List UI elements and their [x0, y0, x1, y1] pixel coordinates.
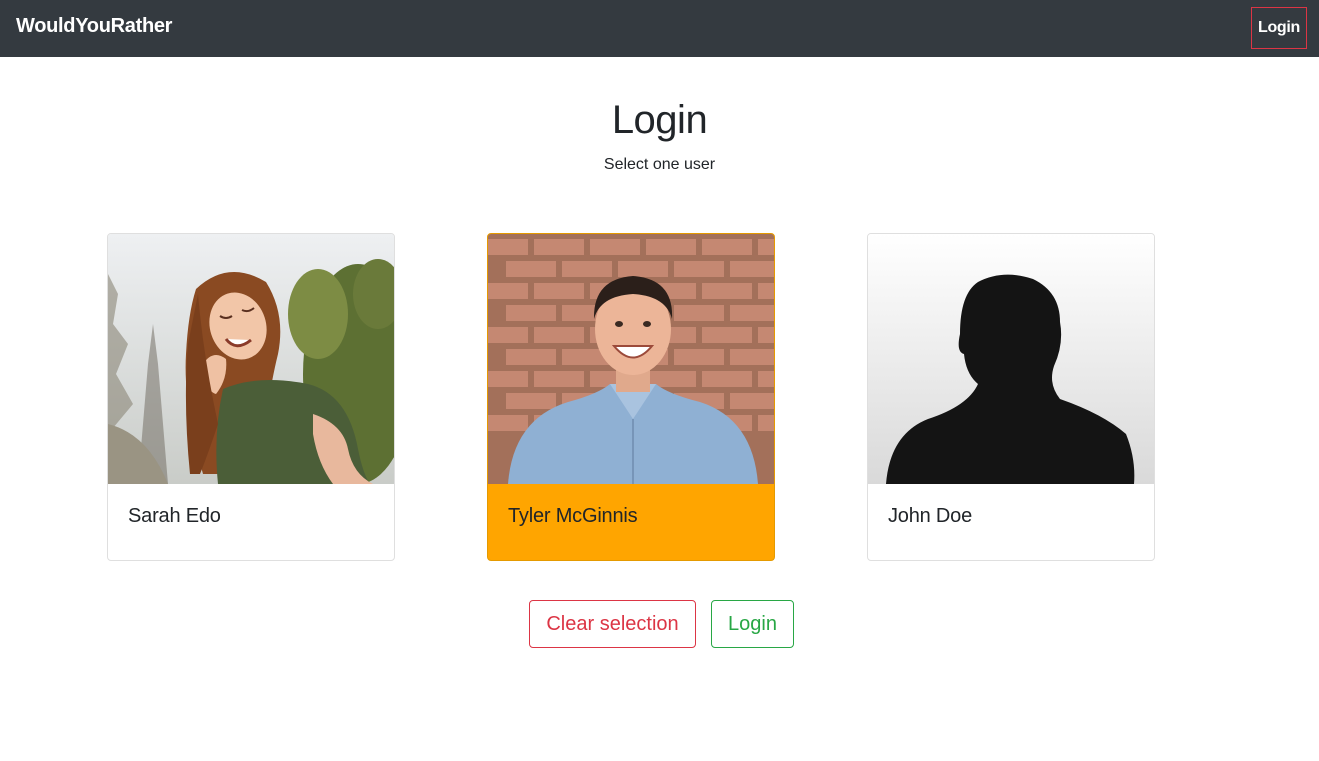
- user-avatar-silhouette: [868, 234, 1154, 484]
- brand-logo-link[interactable]: WouldYouRather: [16, 15, 172, 38]
- nav-login-link[interactable]: Login: [1251, 7, 1307, 49]
- user-avatar-photo: [488, 234, 774, 484]
- user-card-sarah-edo[interactable]: Sarah Edo: [107, 233, 395, 561]
- user-card-tyler-mcginnis[interactable]: Tyler McGinnis: [487, 233, 775, 561]
- page-title: Login: [611, 98, 708, 142]
- user-card-john-doe[interactable]: John Doe: [867, 233, 1155, 561]
- user-avatar-photo: [108, 234, 394, 484]
- clear-selection-button[interactable]: Clear selection: [529, 600, 696, 648]
- user-name: John Doe: [888, 505, 973, 527]
- login-button[interactable]: Login: [711, 600, 794, 648]
- page-subtitle: Select one user: [603, 156, 716, 173]
- user-name: Sarah Edo: [128, 505, 221, 527]
- navbar: WouldYouRather Login: [0, 0, 1319, 57]
- user-name: Tyler McGinnis: [508, 505, 638, 527]
